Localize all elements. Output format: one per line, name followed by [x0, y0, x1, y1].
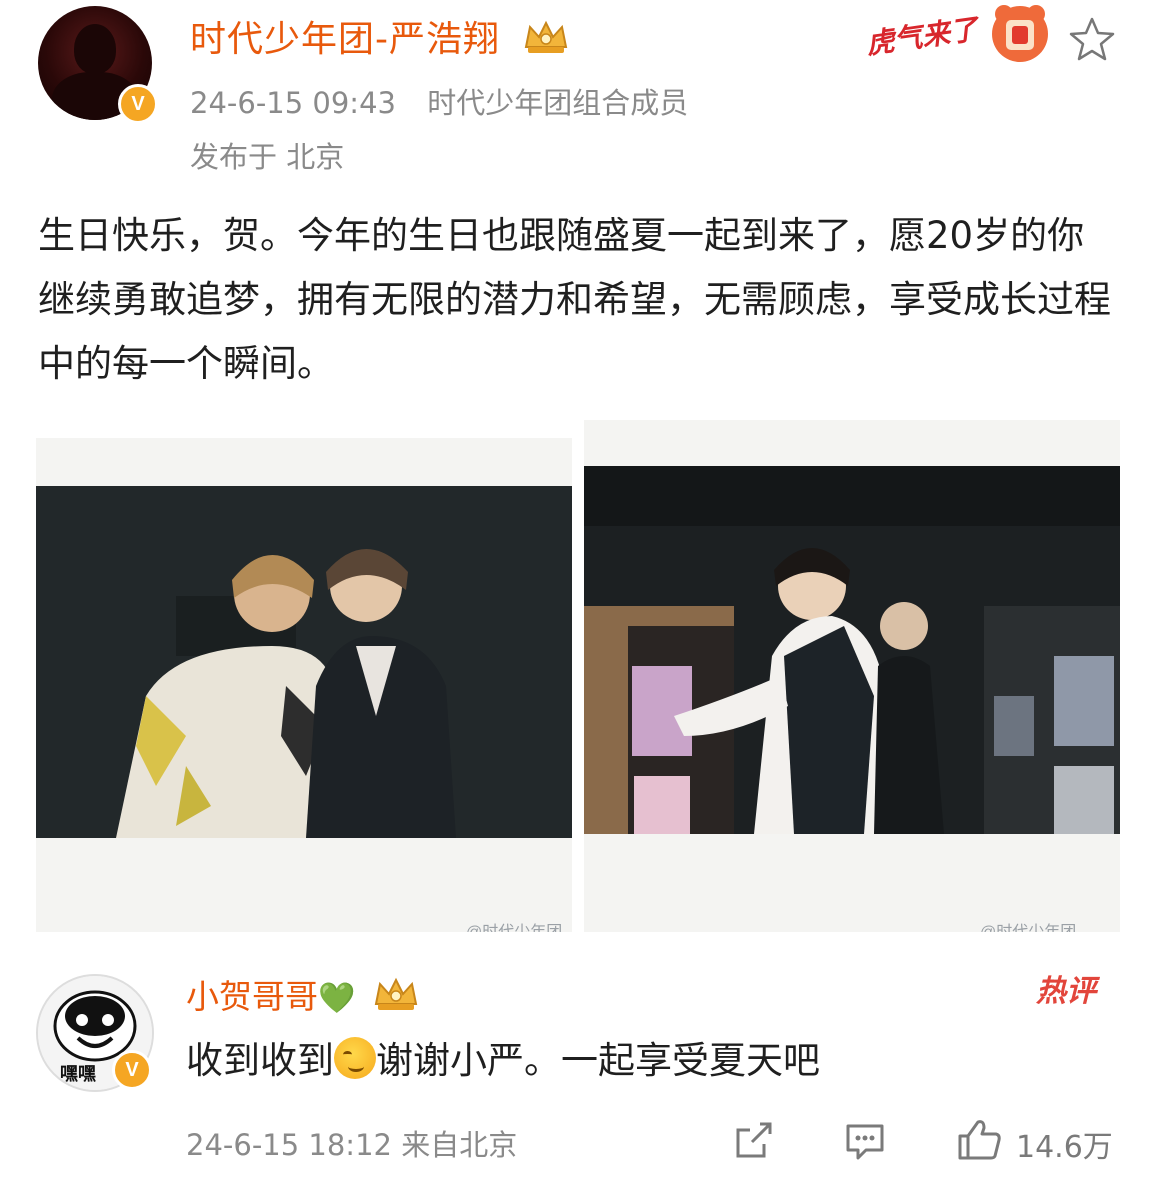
comment-time-source: 24-6-15 18:12 来自北京 [186, 1128, 518, 1162]
comment-text-part1: 收到收到 [186, 1039, 334, 1082]
banner-text: 虎气来了 [864, 12, 982, 61]
crown-icon [525, 20, 568, 53]
share-icon[interactable] [730, 1118, 776, 1164]
avatar-caption: 嘿嘿 [60, 1064, 96, 1085]
post-photo-1[interactable]: @时代少年团 [36, 438, 572, 932]
post-body: 生日快乐，贺。今年的生日也跟随盛夏一起到来了，愿20岁的你继续勇敢追梦，拥有无限… [38, 214, 1111, 385]
photo-1-image [36, 486, 572, 838]
like-icon[interactable] [954, 1116, 1004, 1164]
post-meta: 24-6-15 09:43 时代少年团组合成员 [190, 80, 688, 122]
commenter-crown-icon [374, 977, 418, 1010]
comment-text-part2: 谢谢小严。一起享受夏天吧 [376, 1039, 820, 1082]
commenter-name-text: 小贺哥哥 [186, 977, 318, 1016]
verified-badge-icon: V [118, 84, 158, 124]
smirk-emoji-icon [334, 1037, 376, 1079]
commenter-name[interactable]: 小贺哥哥💚 [186, 970, 420, 1018]
post-photo-2[interactable]: @时代少年团 [584, 420, 1120, 932]
post-timestamp: 24-6-15 09:43 [190, 86, 396, 120]
author-name-text: 时代少年团-严浩翔 [190, 19, 500, 60]
tiger-new-year-badge-icon: 虎气来了 [864, 5, 1048, 62]
commenter-verified-icon: V [112, 1050, 152, 1090]
hot-comment-badge: 热评 [1036, 974, 1096, 1009]
photo-2-image [584, 466, 1120, 834]
post-source: 时代少年团组合成员 [427, 86, 689, 120]
author-name[interactable]: 时代少年团-严浩翔 [190, 10, 570, 62]
post-location: 发布于 北京 [190, 140, 345, 174]
photo-2-watermark: @时代少年团 [980, 918, 1076, 932]
photo-1-watermark: @时代少年团 [466, 918, 562, 932]
star-icon[interactable] [1066, 14, 1118, 66]
green-heart-icon: 💚 [318, 981, 356, 1016]
comment-text: 收到收到 谢谢小严。一起享受夏天吧 [186, 1030, 820, 1084]
comment-icon[interactable] [842, 1118, 888, 1164]
like-count: 14.6万 [1016, 1130, 1113, 1165]
